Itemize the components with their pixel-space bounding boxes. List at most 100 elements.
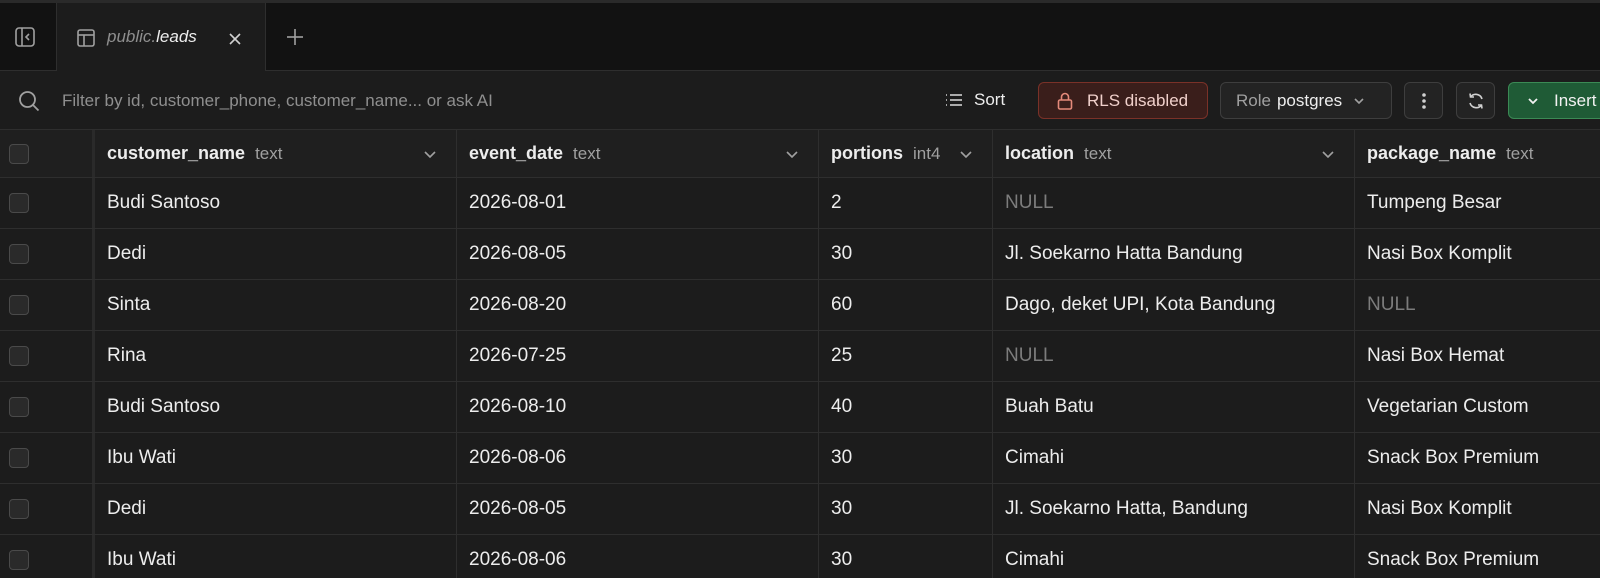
chevron-down-icon[interactable] — [958, 146, 974, 162]
cell-event-date[interactable]: 2026-08-06 — [457, 433, 819, 483]
chevron-down-icon[interactable] — [784, 146, 800, 162]
cell-location[interactable]: Jl. Soekarno Hatta, Bandung — [993, 484, 1355, 534]
row-checkbox[interactable] — [9, 550, 29, 570]
tab-public-leads[interactable]: public.leads — [56, 3, 266, 71]
cell-value: Cimahi — [1005, 447, 1065, 468]
sort-button[interactable]: Sort — [944, 85, 1005, 115]
cell-package-name[interactable]: Snack Box Premium — [1355, 433, 1600, 483]
tab-title: public.leads — [107, 27, 197, 47]
cell-value: Tumpeng Besar — [1367, 192, 1502, 213]
cell-value: 30 — [831, 447, 853, 468]
cell-package-name[interactable]: NULL — [1355, 280, 1600, 330]
column-header-portions[interactable]: portions int4 — [819, 130, 993, 177]
cell-value: Dedi — [107, 498, 147, 519]
cell-customer-name[interactable]: Ibu Wati — [95, 535, 457, 578]
insert-button[interactable]: Insert — [1508, 82, 1600, 119]
column-header-package-name[interactable]: package_name text — [1355, 130, 1600, 177]
cell-package-name[interactable]: Nasi Box Komplit — [1355, 484, 1600, 534]
row-checkbox[interactable] — [9, 448, 29, 468]
lock-icon — [1057, 92, 1073, 110]
cell-location[interactable]: Jl. Soekarno Hatta Bandung — [993, 229, 1355, 279]
sidebar-panel-icon[interactable] — [14, 26, 36, 48]
cell-customer-name[interactable]: Dedi — [95, 229, 457, 279]
row-checkbox[interactable] — [9, 244, 29, 264]
table-row[interactable]: Ibu Wati 2026-08-06 30 Cimahi Snack Box … — [0, 433, 1600, 484]
table-row[interactable]: Budi Santoso 2026-08-01 2 NULL Tumpeng B… — [0, 178, 1600, 229]
chevron-down-icon[interactable] — [422, 146, 438, 162]
row-checkbox[interactable] — [9, 193, 29, 213]
row-checkbox[interactable] — [9, 295, 29, 315]
table-row[interactable]: Budi Santoso 2026-08-10 40 Buah Batu Veg… — [0, 382, 1600, 433]
cell-location[interactable]: Buah Batu — [993, 382, 1355, 432]
column-header-location[interactable]: location text — [993, 130, 1355, 177]
cell-value: 2026-08-01 — [469, 192, 567, 213]
cell-value: NULL — [1005, 345, 1054, 366]
filter-search-input[interactable] — [60, 84, 624, 118]
chevron-down-icon — [1354, 97, 1364, 104]
table-row[interactable]: Ibu Wati 2026-08-06 30 Cimahi Snack Box … — [0, 535, 1600, 578]
cell-location[interactable]: NULL — [993, 331, 1355, 381]
row-checkbox[interactable] — [9, 499, 29, 519]
cell-value: 30 — [831, 243, 853, 264]
row-checkbox[interactable] — [9, 346, 29, 366]
cell-location[interactable]: Cimahi — [993, 535, 1355, 578]
rls-disabled-button[interactable]: RLS disabled — [1038, 82, 1208, 119]
cell-portions[interactable]: 60 — [819, 280, 993, 330]
cell-value: 2026-07-25 — [469, 345, 567, 366]
cell-location[interactable]: NULL — [993, 178, 1355, 228]
cell-customer-name[interactable]: Sinta — [95, 280, 457, 330]
tab-schema: public. — [107, 27, 157, 46]
cell-customer-name[interactable]: Dedi — [95, 484, 457, 534]
cell-event-date[interactable]: 2026-08-06 — [457, 535, 819, 578]
cell-value: Vegetarian Custom — [1367, 396, 1529, 417]
cell-portions[interactable]: 25 — [819, 331, 993, 381]
cell-value: Dedi — [107, 243, 147, 264]
cell-portions[interactable]: 30 — [819, 229, 993, 279]
plus-icon[interactable] — [284, 26, 306, 48]
cell-portions[interactable]: 30 — [819, 484, 993, 534]
close-icon[interactable] — [225, 29, 245, 49]
table-row[interactable]: Sinta 2026-08-20 60 Dago, deket UPI, Kot… — [0, 280, 1600, 331]
column-type: text — [255, 143, 283, 163]
cell-location[interactable]: Dago, deket UPI, Kota Bandung — [993, 280, 1355, 330]
column-header-event-date[interactable]: event_date text — [457, 130, 819, 177]
cell-package-name[interactable]: Tumpeng Besar — [1355, 178, 1600, 228]
select-all-cell — [0, 130, 95, 177]
row-select-cell — [0, 382, 95, 432]
cell-event-date[interactable]: 2026-08-20 — [457, 280, 819, 330]
role-selector[interactable]: Role postgres — [1220, 82, 1392, 119]
cell-customer-name[interactable]: Ibu Wati — [95, 433, 457, 483]
table-row[interactable]: Dedi 2026-08-05 30 Jl. Soekarno Hatta, B… — [0, 484, 1600, 535]
cell-customer-name[interactable]: Budi Santoso — [95, 382, 457, 432]
role-value: postgres — [1276, 90, 1343, 110]
cell-value: Jl. Soekarno Hatta, Bandung — [1005, 498, 1248, 519]
chevron-down-icon[interactable] — [1320, 146, 1336, 162]
cell-portions[interactable]: 30 — [819, 535, 993, 578]
cell-portions[interactable]: 2 — [819, 178, 993, 228]
table-row[interactable]: Rina 2026-07-25 25 NULL Nasi Box Hemat — [0, 331, 1600, 382]
cell-portions[interactable]: 40 — [819, 382, 993, 432]
cell-package-name[interactable]: Nasi Box Hemat — [1355, 331, 1600, 381]
more-options-button[interactable] — [1404, 82, 1443, 119]
refresh-button[interactable] — [1456, 82, 1495, 119]
cell-customer-name[interactable]: Budi Santoso — [95, 178, 457, 228]
cell-portions[interactable]: 30 — [819, 433, 993, 483]
table-icon — [75, 27, 97, 49]
row-checkbox[interactable] — [9, 397, 29, 417]
table-row[interactable]: Dedi 2026-08-05 30 Jl. Soekarno Hatta Ba… — [0, 229, 1600, 280]
cell-event-date[interactable]: 2026-08-10 — [457, 382, 819, 432]
cell-location[interactable]: Cimahi — [993, 433, 1355, 483]
cell-event-date[interactable]: 2026-08-01 — [457, 178, 819, 228]
cell-package-name[interactable]: Vegetarian Custom — [1355, 382, 1600, 432]
cell-event-date[interactable]: 2026-08-05 — [457, 484, 819, 534]
cell-event-date[interactable]: 2026-08-05 — [457, 229, 819, 279]
select-all-checkbox[interactable] — [9, 143, 29, 164]
cell-customer-name[interactable]: Rina — [95, 331, 457, 381]
column-type: text — [1084, 143, 1112, 163]
column-header-customer-name[interactable]: customer_name text — [95, 130, 457, 177]
cell-value: 2026-08-06 — [469, 447, 567, 468]
cell-package-name[interactable]: Nasi Box Komplit — [1355, 229, 1600, 279]
cell-event-date[interactable]: 2026-07-25 — [457, 331, 819, 381]
cell-package-name[interactable]: Snack Box Premium — [1355, 535, 1600, 578]
row-select-cell — [0, 178, 95, 228]
